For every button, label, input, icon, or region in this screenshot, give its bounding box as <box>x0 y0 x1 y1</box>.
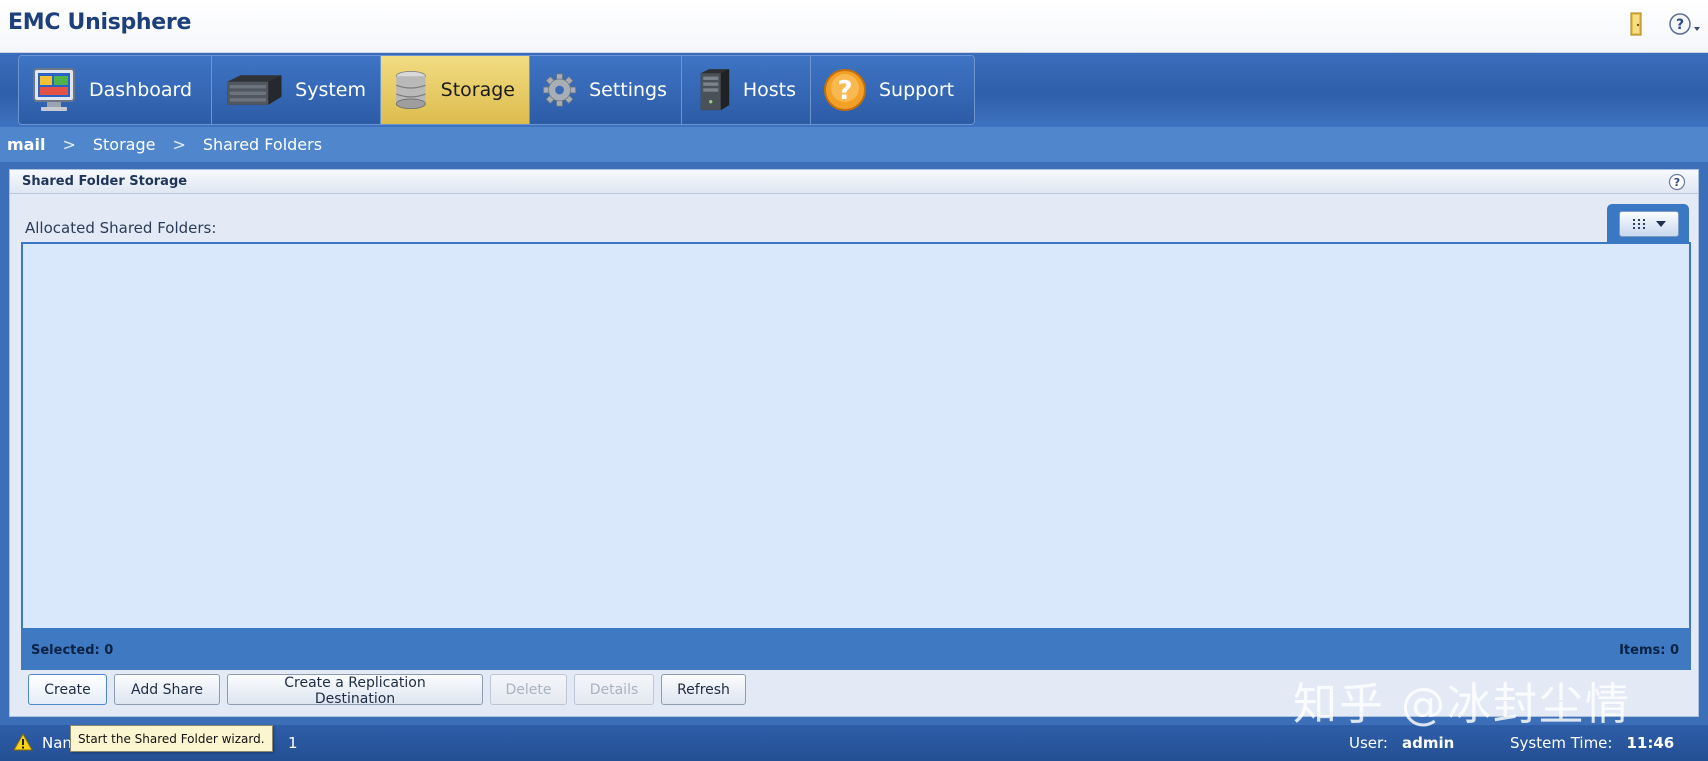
system-time: System Time: 11:46 <box>1510 734 1674 752</box>
tab-system-label: System <box>295 79 366 101</box>
door-icon[interactable] <box>1630 12 1644 38</box>
refresh-button[interactable]: Refresh <box>661 674 746 705</box>
section-label: Allocated Shared Folders: <box>25 219 217 237</box>
tab-hosts-label: Hosts <box>742 79 796 101</box>
tab-hosts[interactable]: Hosts <box>682 56 811 124</box>
panel-header: Shared Folder Storage ? <box>10 170 1698 194</box>
main-nav: Dashboard System Storage Settings Hosts … <box>0 53 1708 127</box>
create-tooltip: Start the Shared Folder wizard. <box>70 725 273 752</box>
app-header: EMC Unisphere ? <box>0 0 1708 53</box>
grid-view-icon <box>1633 219 1645 229</box>
system-time-value: 11:46 <box>1626 734 1675 752</box>
help-icon[interactable]: ? <box>1668 173 1686 191</box>
tab-dashboard[interactable]: Dashboard <box>19 56 212 124</box>
view-options-tab <box>1607 204 1689 242</box>
tab-support[interactable]: ? Support <box>811 56 974 124</box>
user-info: User: admin <box>1349 734 1454 752</box>
action-bar: Create Add Share Create a Replication De… <box>28 674 746 707</box>
warning-icon[interactable] <box>13 733 33 751</box>
breadcrumb: mail > Storage > Shared Folders <box>0 127 1708 162</box>
tab-settings[interactable]: Settings <box>530 56 682 124</box>
server-rack-icon <box>227 75 282 105</box>
shared-folders-grid[interactable] <box>21 242 1691 630</box>
breadcrumb-shared-folders: Shared Folders <box>202 135 323 154</box>
help-dropdown-icon[interactable]: ? <box>1668 12 1702 38</box>
items-count: Items: 0 <box>1619 642 1679 658</box>
status-count: 1 <box>288 734 298 752</box>
svg-text:?: ? <box>837 76 852 106</box>
disk-stack-icon <box>395 70 426 110</box>
tab-settings-label: Settings <box>589 79 667 101</box>
app-title: EMC Unisphere <box>8 10 192 35</box>
view-options-button[interactable] <box>1619 211 1679 237</box>
status-message[interactable]: Nan <box>42 734 72 752</box>
tab-dashboard-label: Dashboard <box>89 79 193 101</box>
monitor-icon <box>33 68 75 111</box>
svg-text:?: ? <box>1676 17 1684 33</box>
shared-folder-panel: Shared Folder Storage ? Allocated Shared… <box>9 169 1699 717</box>
watermark: 知乎 @冰封尘情 <box>1293 679 1631 730</box>
user-value: admin <box>1401 734 1455 752</box>
tab-support-label: Support <box>879 79 955 101</box>
gear-icon <box>543 73 576 107</box>
chevron-down-icon <box>1656 221 1666 227</box>
selected-count: Selected: 0 <box>31 642 114 658</box>
nav-tabs: Dashboard System Storage Settings Hosts … <box>18 55 975 125</box>
tab-system[interactable]: System <box>212 56 381 124</box>
tab-storage-label: Storage <box>440 79 515 101</box>
svg-text:?: ? <box>1674 176 1680 189</box>
delete-button[interactable]: Delete <box>490 674 567 705</box>
breadcrumb-storage[interactable]: Storage <box>93 135 156 154</box>
user-label: User: <box>1349 734 1388 752</box>
breadcrumb-separator: > <box>172 135 186 154</box>
add-share-button[interactable]: Add Share <box>114 674 220 705</box>
tower-pc-icon <box>700 69 730 111</box>
breadcrumb-root[interactable]: mail <box>7 135 45 154</box>
grid-footer: Selected: 0 Items: 0 <box>21 630 1691 670</box>
panel-title: Shared Folder Storage <box>22 174 188 189</box>
question-icon: ? <box>824 69 866 111</box>
create-replication-destination-button[interactable]: Create a Replication Destination <box>227 674 483 707</box>
breadcrumb-separator: > <box>62 135 76 154</box>
tab-storage[interactable]: Storage <box>381 56 530 124</box>
system-time-label: System Time: <box>1510 734 1613 752</box>
details-button[interactable]: Details <box>574 674 654 705</box>
create-button[interactable]: Create <box>28 674 107 705</box>
